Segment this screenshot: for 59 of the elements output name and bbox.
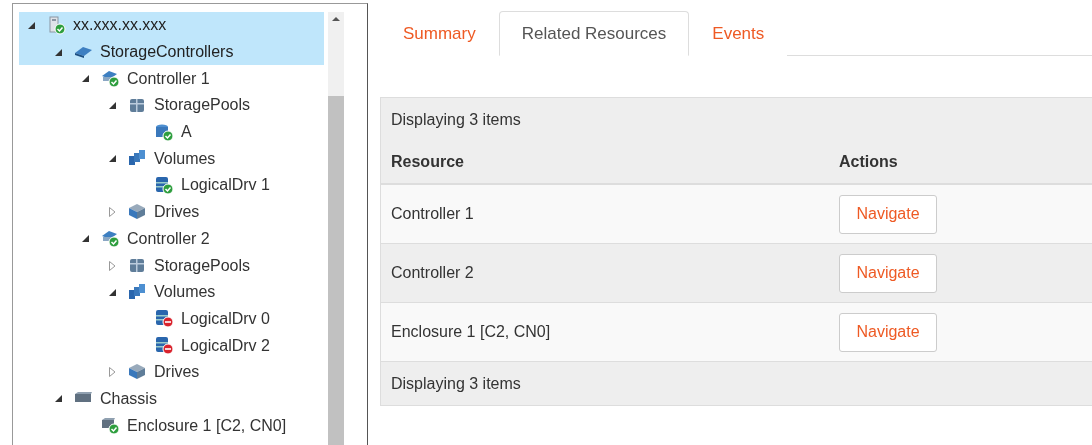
scrollbar[interactable] [328,12,344,445]
table-cell-text: Enclosure 1 [C2, CN0] [391,323,552,341]
collapse-icon[interactable] [54,395,62,403]
collapse-icon[interactable] [27,21,35,29]
tree-item[interactable]: Volumes [19,145,324,173]
tree-label: xx.xxx.xx.xxx [73,16,167,35]
tree-label: Volumes [154,283,216,302]
tree-label: Controller 1 [127,69,210,88]
collapse-icon[interactable] [108,288,116,296]
scrollbar-thumb[interactable] [328,96,344,445]
item-count: Displaying 3 items [381,98,1092,141]
tree-item[interactable]: StoragePools [19,92,324,119]
table-cell-text: Controller 2 [391,264,475,282]
tree-label: Chassis [100,389,157,408]
tree-label: StoragePools [154,96,251,115]
tree-item[interactable]: xx.xxx.xx.xxx [19,12,324,39]
tab[interactable]: Related Resources [498,11,690,56]
navigate-button[interactable]: Navigate [839,253,937,293]
navigate-button[interactable]: Navigate [839,312,937,352]
collapse-icon[interactable] [81,235,89,243]
expand-icon[interactable] [108,367,116,378]
tree-item[interactable]: LogicalDrv 2 [19,332,324,359]
tree-item[interactable]: Drives [19,358,324,386]
item-count: Displaying 3 items [381,362,1092,405]
tree-label: A [181,123,192,142]
column-header: Actions [839,153,899,171]
collapse-icon[interactable] [108,155,116,163]
collapse-icon[interactable] [108,101,116,109]
tree-label: LogicalDrv 1 [181,176,270,195]
tree-label: Drives [154,203,200,222]
expand-icon[interactable] [108,207,116,218]
tree-label: Drives [154,363,200,382]
tree-label: Volumes [154,149,216,168]
table-cell-text: Controller 1 [391,205,475,223]
tree-label: Controller 2 [127,229,210,248]
tree-item[interactable]: Drives [19,198,324,226]
tree-item[interactable]: Enclosure 1 [C2, CN0] [19,412,324,439]
tree-label: Enclosure 1 [C2, CN0] [127,416,287,435]
tree-label: StoragePools [154,256,251,275]
tree-item[interactable]: LogicalDrv 0 [19,305,324,333]
volumes-icon [128,282,147,302]
collapse-icon[interactable] [54,48,62,56]
tree-item[interactable]: Volumes [19,278,324,306]
navigate-button[interactable]: Navigate [839,194,937,234]
tree-item[interactable]: A [19,118,324,146]
tree-label: LogicalDrv 0 [181,309,270,328]
tree-label: StorageControllers [100,43,234,62]
column-header: Resource [391,153,465,171]
expand-icon[interactable] [108,260,116,271]
drives-icon [128,202,147,222]
tree-item[interactable]: StoragePools [19,252,324,279]
drives-icon [128,362,147,382]
tree-item[interactable]: Chassis [19,385,324,413]
tree-label: LogicalDrv 2 [181,336,270,355]
tree-item[interactable]: LogicalDrv 1 [19,172,324,199]
collapse-icon[interactable] [81,75,89,83]
tree-item[interactable]: Controller 2 [19,225,324,253]
tree-item[interactable]: Controller 1 [19,65,324,93]
tree-item[interactable]: StorageControllers [19,38,324,66]
